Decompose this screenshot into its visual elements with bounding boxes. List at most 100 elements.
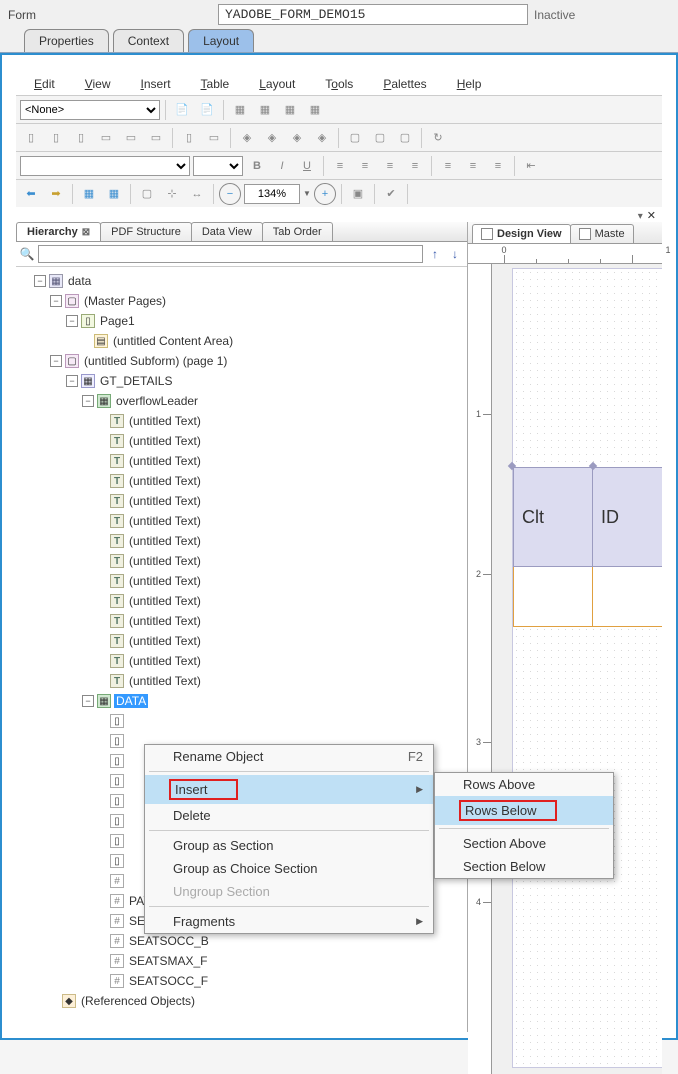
size-icon[interactable]: ▢ (369, 127, 391, 149)
menu-insert[interactable]: Insert (141, 77, 171, 91)
tree-node[interactable]: (untitled Content Area) (111, 334, 235, 348)
align-icon[interactable]: ▯ (70, 127, 92, 149)
tool-icon[interactable]: ▦ (279, 99, 301, 121)
align-icon[interactable]: ▭ (203, 127, 225, 149)
tree-node[interactable]: (untitled Text) (127, 574, 203, 588)
tree-node[interactable]: (untitled Text) (127, 534, 203, 548)
submenu-rows-below[interactable]: Rows Below (435, 796, 613, 825)
tree-node[interactable]: (Master Pages) (82, 294, 168, 308)
tab-layout[interactable]: Layout (188, 29, 254, 52)
tab-properties[interactable]: Properties (24, 29, 109, 52)
tree-node[interactable]: (untitled Text) (127, 494, 203, 508)
zoom-in-icon[interactable]: + (314, 183, 336, 205)
tree-node[interactable]: (untitled Text) (127, 514, 203, 528)
align-left-icon[interactable]: ≡ (329, 155, 351, 177)
tree-node[interactable]: SEATSOCC_F (127, 974, 210, 988)
size-icon[interactable]: ▢ (344, 127, 366, 149)
tab-design-view[interactable]: Design View (472, 224, 571, 243)
valign-icon[interactable]: ≡ (437, 155, 459, 177)
size-icon[interactable]: ▢ (394, 127, 416, 149)
tab-master-pages[interactable]: Maste (570, 224, 634, 243)
tree-node[interactable]: (untitled Text) (127, 634, 203, 648)
dist-icon[interactable]: ◈ (261, 127, 283, 149)
spellcheck-icon[interactable]: ✔ (380, 183, 402, 205)
grid-icon[interactable]: ▦ (78, 183, 100, 205)
panel-close-icon[interactable]: ✕ (647, 209, 656, 222)
collapse-icon[interactable]: − (50, 295, 62, 307)
close-icon[interactable]: ⊠ (82, 227, 90, 238)
submenu-rows-above[interactable]: Rows Above (435, 773, 613, 796)
fit-icon[interactable]: ▣ (347, 183, 369, 205)
back-icon[interactable]: ⬅ (20, 183, 42, 205)
tab-tab-order[interactable]: Tab Order (262, 222, 333, 241)
tab-data-view[interactable]: Data View (191, 222, 263, 241)
align-icon[interactable]: ▭ (145, 127, 167, 149)
tree-node[interactable]: (untitled Text) (127, 614, 203, 628)
tree-node[interactable]: (untitled Text) (127, 474, 203, 488)
menu-help[interactable]: Help (457, 77, 482, 91)
collapse-icon[interactable]: − (66, 315, 78, 327)
tree-node[interactable]: overflowLeader (114, 394, 200, 408)
align-icon[interactable]: ▯ (178, 127, 200, 149)
menu-insert[interactable]: Insert ▶ (145, 775, 433, 804)
dist-icon[interactable]: ◈ (311, 127, 333, 149)
tree-node[interactable]: (untitled Text) (127, 654, 203, 668)
align-icon[interactable]: ▯ (45, 127, 67, 149)
menu-table[interactable]: Table (201, 77, 230, 91)
tool-icon[interactable]: ▦ (254, 99, 276, 121)
menu-group-choice[interactable]: Group as Choice Section (145, 857, 433, 880)
align-center-icon[interactable]: ≡ (354, 155, 376, 177)
submenu-section-below[interactable]: Section Below (435, 855, 613, 878)
tab-pdf-structure[interactable]: PDF Structure (100, 222, 192, 241)
submenu-section-above[interactable]: Section Above (435, 832, 613, 855)
zoom-out-icon[interactable]: − (219, 183, 241, 205)
tree-node[interactable]: (untitled Subform) (page 1) (82, 354, 229, 368)
tree-node[interactable]: GT_DETAILS (98, 374, 174, 388)
align-justify-icon[interactable]: ≡ (404, 155, 426, 177)
menu-view[interactable]: View (85, 77, 111, 91)
tree-node[interactable]: data (66, 274, 93, 288)
menu-rename[interactable]: Rename ObjectF2 (145, 745, 433, 768)
panel-menu-icon[interactable]: ▾ (638, 211, 643, 222)
menu-group-section[interactable]: Group as Section (145, 834, 433, 857)
design-table[interactable]: Clt ID (513, 467, 662, 627)
bold-icon[interactable]: B (246, 155, 268, 177)
search-up-icon[interactable]: ↑ (427, 246, 443, 262)
new-plus-icon[interactable]: 📄 (196, 99, 218, 121)
font-family-select[interactable] (20, 156, 190, 176)
tree-node[interactable]: (untitled Text) (127, 674, 203, 688)
forward-icon[interactable]: ➡ (45, 183, 67, 205)
tree-node[interactable]: Page1 (98, 314, 137, 328)
dist-icon[interactable]: ◈ (286, 127, 308, 149)
tree-node[interactable]: (untitled Text) (127, 454, 203, 468)
guides-icon[interactable]: ⊹ (161, 183, 183, 205)
collapse-icon[interactable]: − (82, 695, 94, 707)
tab-hierarchy[interactable]: Hierarchy⊠ (16, 222, 101, 241)
tool-icon[interactable]: ▦ (229, 99, 251, 121)
tree-node[interactable]: (Referenced Objects) (79, 994, 197, 1008)
tree-node[interactable]: SEATSMAX_F (127, 954, 209, 968)
align-icon[interactable]: ▯ (20, 127, 42, 149)
ruler-icon[interactable]: ▢ (136, 183, 158, 205)
form-name-field[interactable]: YADOBE_FORM_DEMO15 (218, 4, 528, 25)
table-data-cell[interactable] (513, 567, 593, 627)
tree-node-selected[interactable]: DATA (114, 694, 148, 708)
menu-palettes[interactable]: Palettes (383, 77, 426, 91)
underline-icon[interactable]: U (296, 155, 318, 177)
font-size-select[interactable] (193, 156, 243, 176)
valign-icon[interactable]: ≡ (487, 155, 509, 177)
tree-node[interactable]: SEATSOCC_B (127, 934, 211, 948)
style-select[interactable]: <None> (20, 100, 160, 120)
tool-icon[interactable]: ▦ (304, 99, 326, 121)
tree-node[interactable]: (untitled Text) (127, 414, 203, 428)
tree-node[interactable]: (untitled Text) (127, 434, 203, 448)
search-input[interactable] (38, 245, 423, 263)
grid-snon-icon[interactable]: ▦ (103, 183, 125, 205)
menu-tools[interactable]: Tools (325, 77, 353, 91)
tree-node[interactable]: (untitled Text) (127, 594, 203, 608)
collapse-icon[interactable]: − (50, 355, 62, 367)
menu-delete[interactable]: Delete (145, 804, 433, 827)
rotate-icon[interactable]: ↻ (427, 127, 449, 149)
scale-icon[interactable]: ↔ (186, 183, 208, 205)
dist-icon[interactable]: ◈ (236, 127, 258, 149)
